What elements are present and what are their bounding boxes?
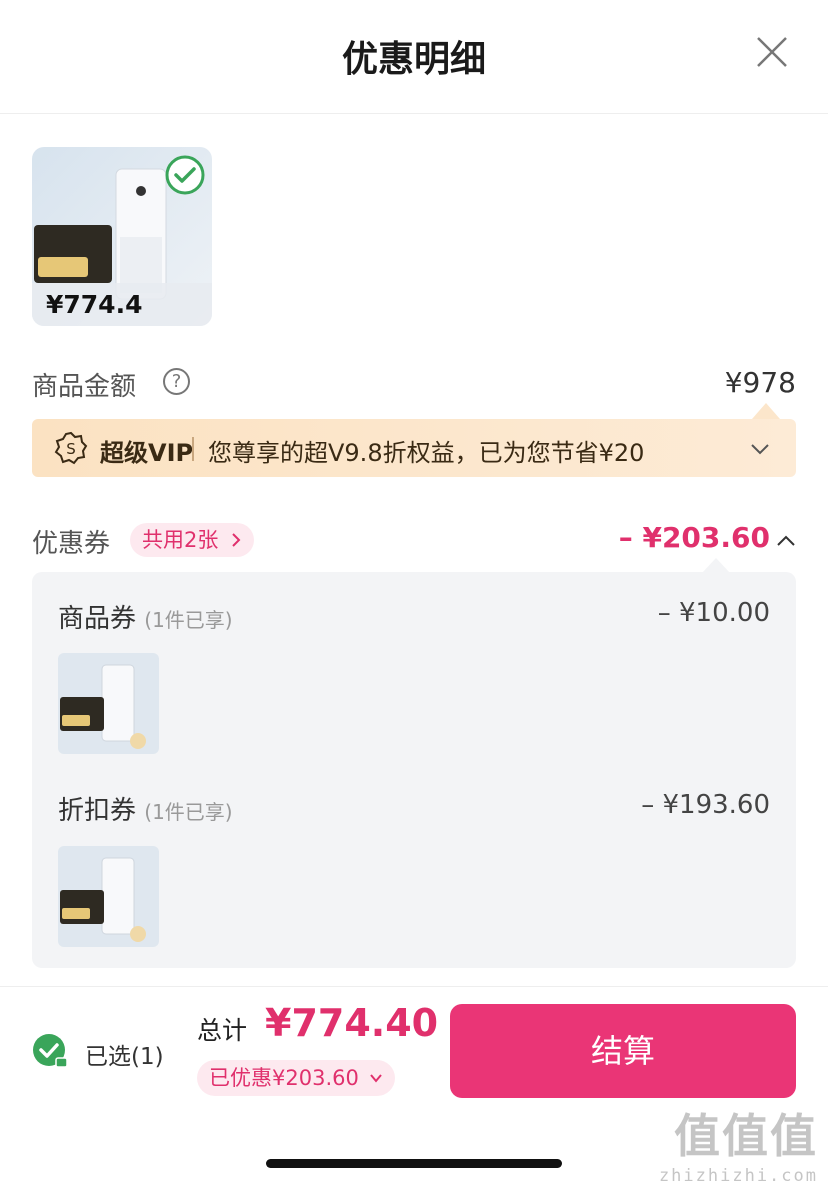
product-price: ¥774.4 [46,290,143,319]
selected-check-icon[interactable] [32,1033,68,1069]
coupon-count-pill[interactable]: 共用2张 [130,523,255,557]
vip-badge-icon: S [54,431,88,465]
vip-benefit-bar[interactable]: S 超级VIP 您尊享的超V9.8折权益，已为您节省¥20 [32,419,796,477]
coupon-item-value: – ¥193.60 [641,790,770,820]
chevron-down-icon [370,1074,382,1083]
selected-check-icon [165,155,205,195]
sheet-header: 优惠明细 [0,0,828,114]
help-icon[interactable]: ? [163,368,190,395]
saved-amount-pill[interactable]: 已优惠¥203.60 [197,1060,395,1096]
selected-count: 已选(1) [85,1044,164,1070]
coupon-item-name: 折扣券 (1件已享) [58,790,233,827]
coupon-item-thumbnail [58,846,159,947]
panel-notch [702,558,730,573]
checkout-button[interactable]: 结算 [450,1004,796,1098]
coupon-label: 优惠券 [32,529,111,559]
home-indicator[interactable] [266,1159,562,1168]
coupon-item-thumbnail [58,653,159,754]
coupon-total: – ¥203.60 [618,521,770,554]
coupon-item-note: (1件已享) [144,608,233,632]
watermark-glyphs: 值值值 [674,1109,818,1163]
total-value: ¥774.40 [265,1001,439,1045]
page-title: 优惠明细 [341,39,486,80]
vip-notch [752,403,780,419]
coupon-item-title: 折扣券 [58,796,137,826]
chevron-right-icon [232,533,241,547]
chevron-down-icon[interactable] [748,437,772,461]
vip-name: 超级VIP [100,439,194,467]
close-icon[interactable] [752,32,792,72]
coupon-item-value: – ¥10.00 [657,598,770,628]
saved-amount-text: 已优惠¥203.60 [209,1066,359,1090]
coupon-item-note: (1件已享) [144,800,233,824]
svg-text:S: S [66,440,76,458]
product-amount-value: ¥978 [724,366,796,399]
product-amount-label: 商品金额 [32,372,137,402]
total-label: 总计 [197,1016,248,1045]
watermark-url: zhizhizhi.com [658,1166,818,1186]
coupon-item-title: 商品券 [58,604,137,634]
vip-separator [192,437,194,461]
coupon-count-text: 共用2张 [142,528,219,552]
site-watermark: 值值值 zhizhizhi.com [659,1100,818,1186]
coupon-detail-panel: 商品券 (1件已享) – ¥10.00 折扣券 (1件已享) – ¥193.60 [32,572,796,968]
vip-benefit-text: 您尊享的超V9.8折权益，已为您节省¥20 [208,439,645,467]
coupon-item-name: 商品券 (1件已享) [58,598,233,635]
chevron-up-icon[interactable] [774,529,798,553]
